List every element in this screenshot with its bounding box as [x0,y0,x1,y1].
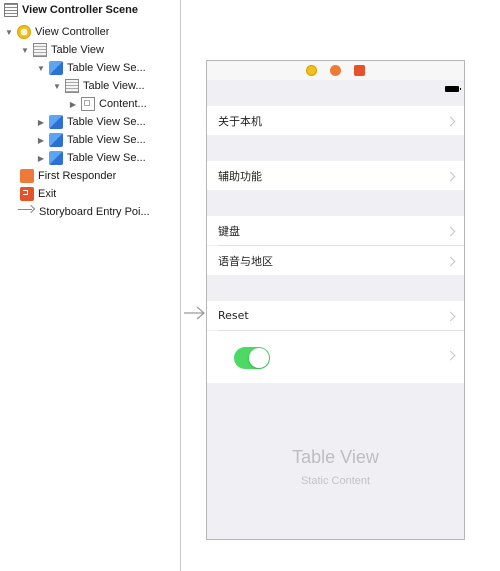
outline-item-table-view[interactable]: ▼ Table View [20,41,104,59]
outline-item-table-section-2[interactable]: ▶ Table View Se... [36,113,146,131]
disclosure-triangle-icon[interactable]: ▶ [36,118,46,127]
outline-item-first-responder[interactable]: First Responder [20,167,116,185]
outline-item-table-section-4[interactable]: ▶ Table View Se... [36,149,146,167]
table-cell-keyboard[interactable]: 键盘 [207,216,464,245]
disclosure-triangle-icon[interactable]: ▼ [4,28,14,37]
entry-arrow-icon [18,205,35,219]
outline-item-label: View Controller [35,26,110,38]
scene-dock [207,61,464,80]
cell-label: 语音与地区 [218,254,273,268]
exit-icon[interactable] [354,65,365,76]
outline-item-label: Table View Se... [67,152,146,164]
chevron-right-icon [445,171,456,181]
disclosure-triangle-icon[interactable]: ▶ [36,154,46,163]
outline-scene-row[interactable]: View Controller Scene [4,1,138,19]
view-controller-scene[interactable]: 关于本机 辅助功能 键盘 语音与地区 Reset Table View Stat… [206,60,465,540]
battery-icon [445,86,461,92]
view-controller-icon[interactable] [306,65,317,76]
outline-item-label: Table View... [83,80,145,92]
outline-item-table-section-1[interactable]: ▼ Table View Se... [36,59,146,77]
outline-item-table-view-cell[interactable]: ▼ Table View... [52,77,145,95]
outline-item-content-view[interactable]: ▶ Content... [68,95,147,113]
outline-item-exit[interactable]: Exit [20,185,56,203]
outline-item-label: First Responder [38,170,117,182]
cell-label: 关于本机 [218,114,262,128]
table-cell-accessibility[interactable]: 辅助功能 [207,161,464,190]
cube-icon [49,151,63,165]
table-view-icon [33,43,47,57]
chevron-right-icon [445,116,456,126]
outline-divider[interactable] [180,0,181,571]
outline-item-label: Content... [99,98,147,110]
chevron-right-icon [445,256,456,266]
toggle-switch[interactable] [234,347,270,369]
outline-item-label: Table View [51,44,104,56]
disclosure-triangle-icon[interactable]: ▼ [20,46,30,55]
disclosure-triangle-icon[interactable]: ▼ [36,64,46,73]
outline-item-table-section-3[interactable]: ▶ Table View Se... [36,131,146,149]
table-cell-language-region[interactable]: 语音与地区 [207,246,464,275]
disclosure-triangle-icon[interactable]: ▶ [68,100,78,109]
table-view-placeholder-title: Table View [292,447,379,467]
scene-icon [4,3,18,17]
outline-item-label: Exit [38,188,57,200]
status-bar [207,80,464,100]
cell-label: 键盘 [218,224,240,238]
content-view-icon [81,97,95,111]
disclosure-triangle-icon[interactable]: ▶ [36,136,46,145]
outline-item-label: Table View Se... [67,116,146,128]
cube-icon [49,61,63,75]
outline-item-view-controller[interactable]: ▼ View Controller [4,23,109,41]
exit-icon [20,187,34,201]
cube-icon [49,133,63,147]
disclosure-triangle-icon[interactable]: ▼ [52,82,62,91]
outline-item-label: Table View Se... [67,62,146,74]
view-controller-icon [17,25,31,39]
storyboard-entry-arrow-icon[interactable] [184,306,206,320]
table-cell-reset[interactable]: Reset [207,301,464,330]
table-cell-about[interactable]: 关于本机 [207,106,464,135]
table-view-cell-icon [65,79,79,93]
cell-label: 辅助功能 [218,169,262,183]
table-view-placeholder-subtitle: Static Content [300,475,371,487]
outline-item-storyboard-entry[interactable]: Storyboard Entry Poi... [18,203,150,221]
document-outline: View Controller Scene ▼ View Controller … [0,0,180,571]
first-responder-icon [20,169,34,183]
chevron-right-icon [445,311,456,321]
outline-item-label: Storyboard Entry Poi... [39,206,150,218]
first-responder-icon[interactable] [330,65,341,76]
table-cell-switch[interactable] [207,331,464,383]
outline-scene-title: View Controller Scene [22,4,138,16]
cube-icon [49,115,63,129]
cell-label: Reset [218,309,249,322]
chevron-right-icon [445,350,456,361]
outline-item-label: Table View Se... [67,134,146,146]
chevron-right-icon [445,226,456,236]
